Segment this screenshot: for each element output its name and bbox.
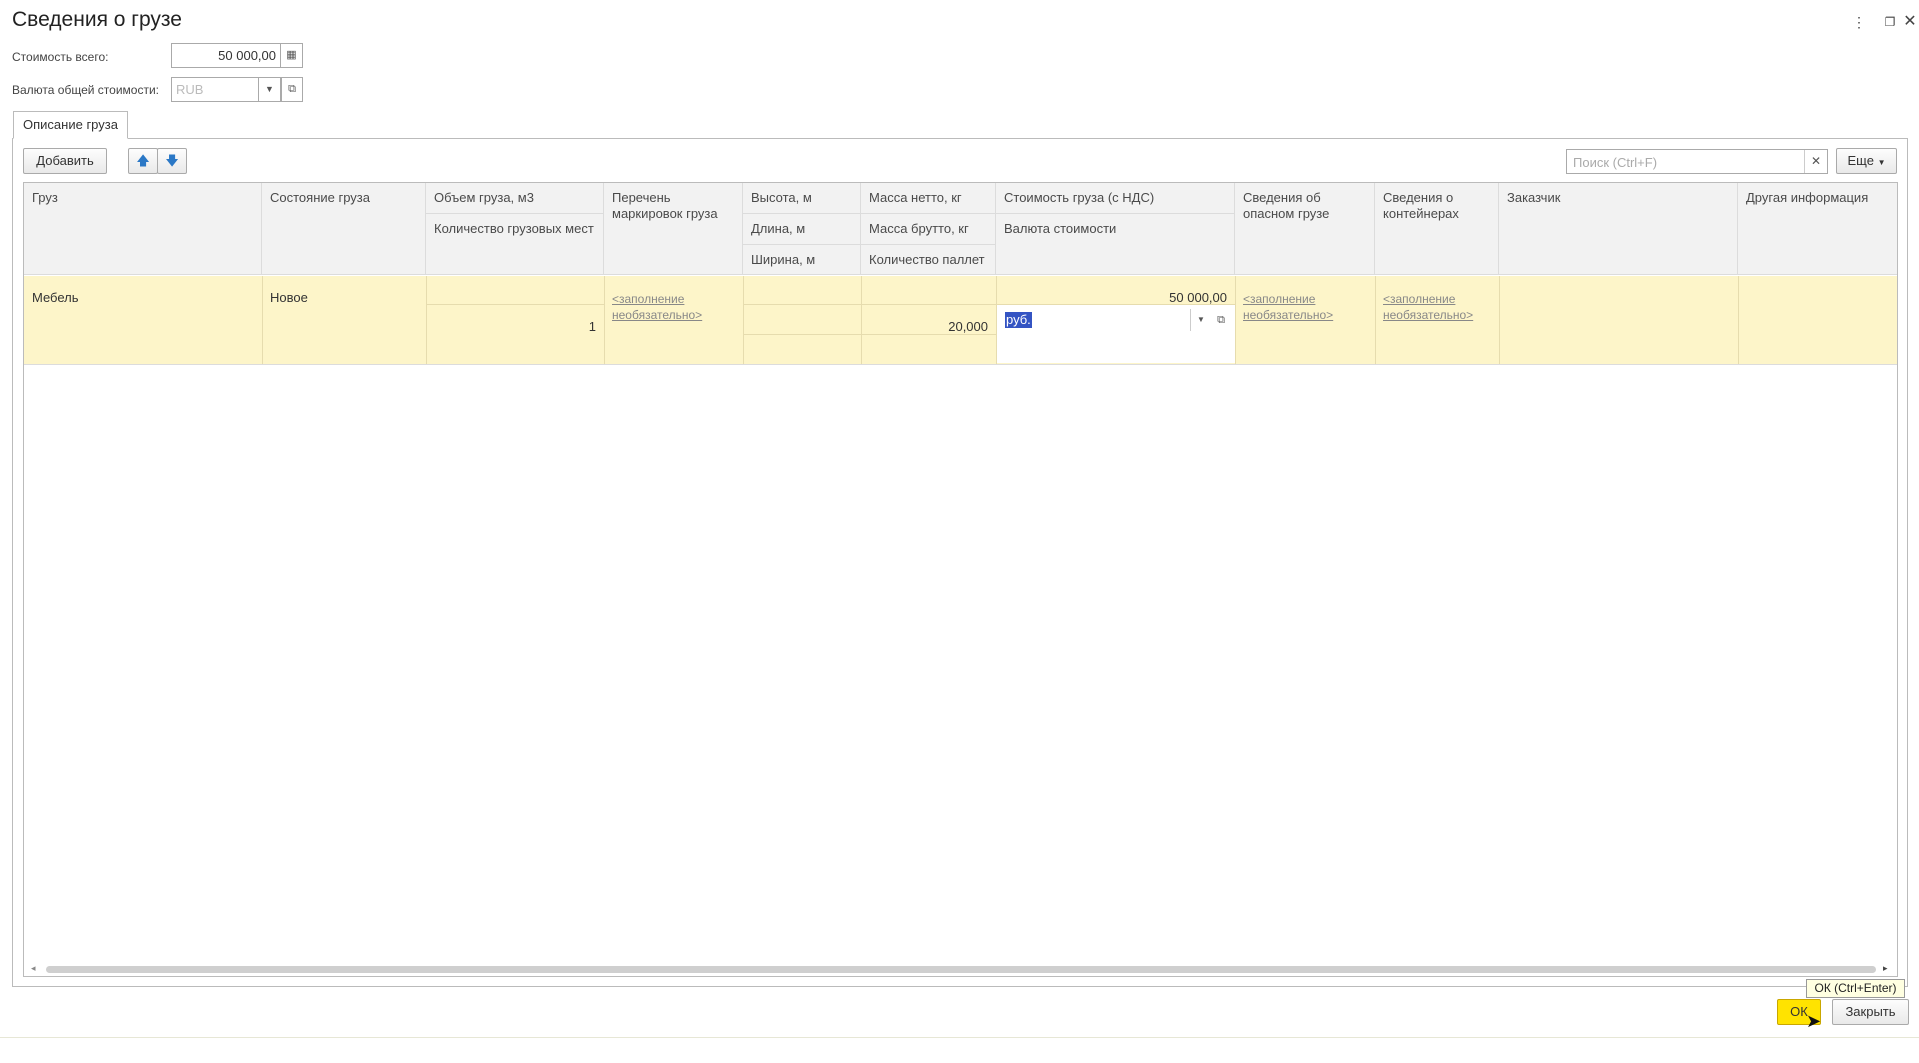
col-volume[interactable]: Объем груза, м3 <box>426 183 604 214</box>
cell-markings[interactable]: <заполнение необязательно> <box>604 284 743 330</box>
more-label: Еще <box>1847 153 1874 168</box>
currency-edit-value[interactable]: руб. <box>1005 312 1032 328</box>
col-cargo[interactable]: Груз <box>24 183 262 275</box>
search-placeholder: Поиск (Ctrl+F) <box>1573 155 1658 170</box>
chevron-down-icon[interactable]: ▼ <box>1190 309 1211 331</box>
cell-cargo[interactable]: Мебель <box>24 283 262 313</box>
total-cost-input[interactable]: 50 000,00 ▦ <box>171 43 303 68</box>
close-button[interactable]: Закрыть <box>1832 999 1909 1025</box>
tab-cargo-description[interactable]: Описание груза <box>13 111 128 139</box>
currency-label: Валюта общей стоимости: <box>12 83 159 97</box>
chevron-down-icon[interactable]: ▼ <box>258 78 280 101</box>
restore-window-icon[interactable]: ❐ <box>1880 12 1900 32</box>
col-markings[interactable]: Перечень маркировок груза <box>604 183 743 275</box>
mouse-cursor-icon: ➤ <box>1806 1011 1822 1031</box>
row-divider <box>426 304 604 305</box>
add-button[interactable]: Добавить <box>23 148 107 174</box>
caret-down-icon: ▼ <box>1877 158 1886 167</box>
row-divider <box>1738 276 1739 364</box>
row-divider <box>743 304 996 305</box>
row-bottom-border <box>24 364 1897 365</box>
more-button[interactable]: Еще ▼ <box>1836 148 1897 174</box>
cell-state[interactable]: Новое <box>262 283 426 313</box>
close-icon[interactable]: ✕ <box>1900 12 1919 32</box>
col-cost-currency[interactable]: Валюта стоимости <box>996 214 1235 275</box>
more-vert-icon[interactable]: ⋮ <box>1849 12 1869 32</box>
col-gross-mass[interactable]: Масса брутто, кг <box>861 214 996 245</box>
col-pallets[interactable]: Количество паллет <box>861 245 996 275</box>
col-customer[interactable]: Заказчик <box>1499 183 1738 275</box>
col-cost[interactable]: Стоимость груза (с НДС) <box>996 183 1235 214</box>
arrow-up-icon[interactable]: 🡅 <box>128 148 158 174</box>
cell-containers[interactable]: <заполнение необязательно> <box>1375 284 1499 330</box>
cell-gross-mass[interactable]: 20,000 <box>861 312 996 342</box>
col-places[interactable]: Количество грузовых мест <box>426 214 604 275</box>
col-length[interactable]: Длина, м <box>743 214 861 245</box>
clear-search-icon[interactable]: ✕ <box>1804 150 1827 173</box>
bottom-divider <box>0 1037 1919 1038</box>
open-external-icon[interactable]: ⧉ <box>1211 309 1231 331</box>
row-divider <box>1499 276 1500 364</box>
cell-dangerous-link[interactable]: <заполнение необязательно> <box>1243 292 1333 322</box>
total-cost-value: 50 000,00 <box>218 48 276 63</box>
col-net-mass[interactable]: Масса нетто, кг <box>861 183 996 214</box>
cell-places[interactable]: 1 <box>426 312 604 342</box>
search-input[interactable]: Поиск (Ctrl+F) ✕ <box>1566 149 1828 174</box>
calculator-icon[interactable]: ▦ <box>280 44 302 67</box>
open-external-icon[interactable]: ⧉ <box>281 77 303 102</box>
currency-placeholder: RUB <box>176 82 204 97</box>
cell-currency-editor[interactable]: руб. ▼ ⧉ <box>997 305 1235 363</box>
col-width[interactable]: Ширина, м <box>743 245 861 275</box>
col-other[interactable]: Другая информация <box>1738 183 1897 275</box>
col-state[interactable]: Состояние груза <box>262 183 426 275</box>
scroll-left-icon[interactable]: ◂ <box>31 963 36 974</box>
col-dangerous[interactable]: Сведения об опасном грузе <box>1235 183 1375 275</box>
scroll-right-icon[interactable]: ▸ <box>1883 963 1888 974</box>
currency-input[interactable]: RUB ▼ <box>171 77 281 102</box>
cell-markings-link[interactable]: <заполнение необязательно> <box>612 292 702 322</box>
col-height[interactable]: Высота, м <box>743 183 861 214</box>
arrow-down-icon[interactable]: 🡇 <box>157 148 187 174</box>
ok-tooltip: ОК (Ctrl+Enter) <box>1806 979 1905 998</box>
window-title: Сведения о грузе <box>12 8 182 31</box>
cell-dangerous[interactable]: <заполнение необязательно> <box>1235 284 1375 330</box>
col-containers[interactable]: Сведения о контейнерах <box>1375 183 1499 275</box>
horizontal-scrollbar[interactable] <box>46 966 1876 973</box>
total-cost-label: Стоимость всего: <box>12 50 109 64</box>
cell-containers-link[interactable]: <заполнение необязательно> <box>1383 292 1473 322</box>
row-divider <box>743 276 744 364</box>
